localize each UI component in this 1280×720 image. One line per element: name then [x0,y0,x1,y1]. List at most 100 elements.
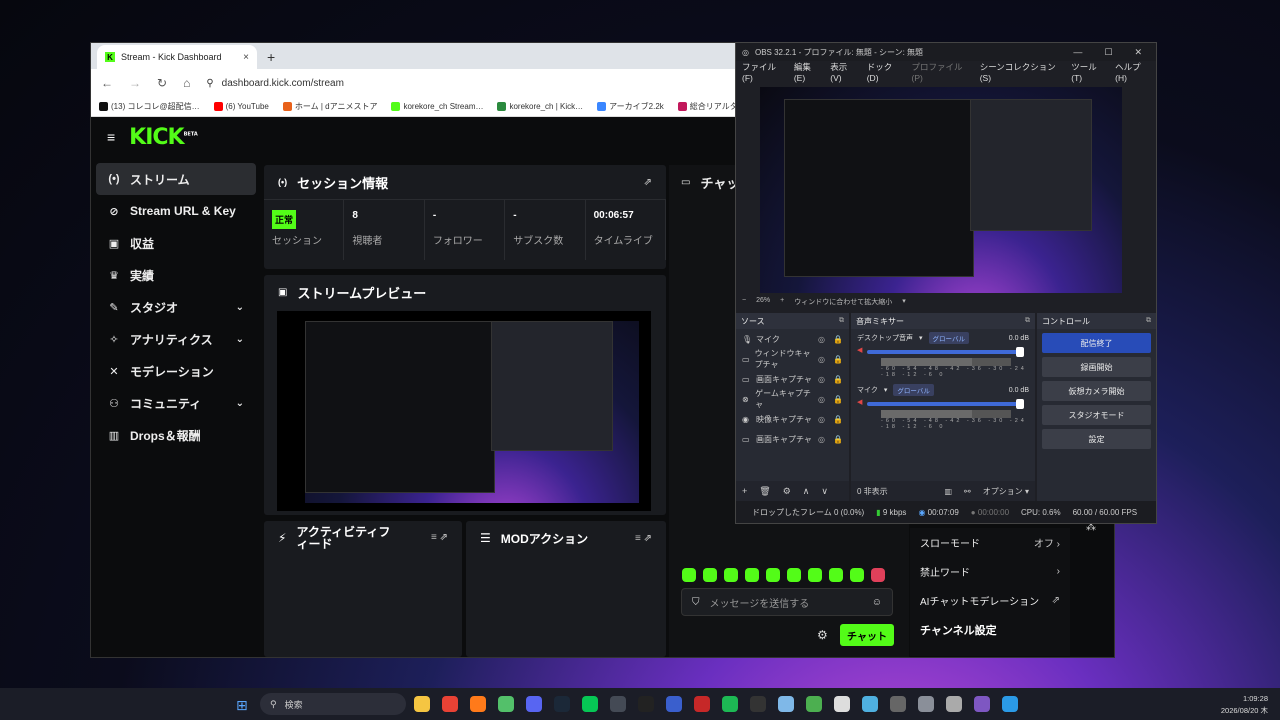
zoom-out-icon[interactable]: − [742,297,746,307]
options-button[interactable]: オプション ▾ [983,486,1029,497]
reload-icon[interactable]: ↻ [157,76,167,90]
settings-icon[interactable] [918,696,934,712]
chat-settings-icon[interactable]: ⚙ [817,628,828,642]
menu-icon[interactable]: ≡ [107,129,115,145]
popout-icon[interactable]: ⇗ [644,177,652,188]
channel-menu-icon[interactable]: ▾ [884,386,888,394]
maximize-icon[interactable]: ☐ [1104,47,1112,58]
source-item[interactable]: ⊗ ゲームキャプチャ ◎ 🔒 [736,389,849,409]
obs-menu-item[interactable]: 編集(E) [794,61,820,83]
lock-icon[interactable]: 🔒 [833,435,843,444]
source-item[interactable]: 🎙 マイク ◎ 🔒 [736,329,849,349]
obs-menu-item[interactable]: ツール(T) [1071,61,1105,83]
app3-icon[interactable] [694,696,710,712]
line-icon[interactable] [582,696,598,712]
chat-setting-row[interactable]: AIチャットモデレーション ⇗ [910,586,1070,615]
notepad-icon[interactable] [778,696,794,712]
layout-icon[interactable]: ▥ [944,487,952,496]
discord-icon[interactable] [526,696,542,712]
volume-slider[interactable] [867,399,1024,409]
shield-icon[interactable] [946,696,962,712]
move-up-icon[interactable]: ∧ [803,486,810,497]
chrome-icon[interactable] [442,696,458,712]
zoom-in-icon[interactable]: + [780,297,784,307]
new-tab-button[interactable]: + [257,49,285,69]
app6-icon[interactable] [974,696,990,712]
audio-icon[interactable] [638,696,654,712]
visibility-icon[interactable]: ◎ [818,335,825,344]
chat-icon[interactable] [862,696,878,712]
mod-filter-icon[interactable]: ≡ ⇗ [635,533,652,544]
obs-menu-item[interactable]: ファイル(F) [742,61,784,83]
add-source-icon[interactable]: + [742,486,747,496]
control-button[interactable]: 設定 [1042,429,1151,449]
emote-icon[interactable] [850,568,864,582]
channel-menu-icon[interactable]: ▾ [919,334,923,342]
chat-message-input[interactable]: ⛉ メッセージを送信する ☺ [681,588,893,616]
sidebar-item[interactable]: ✎ スタジオ ⌄ [96,291,256,323]
system-clock[interactable]: 1:09:28 2026/08/20 木 [1221,693,1268,717]
speaker-icon[interactable]: ◀ [857,346,862,354]
kick-logo[interactable]: KICKBETA [129,125,198,150]
sidebar-item[interactable]: ♛ 実績 [96,259,256,291]
file-explorer-icon[interactable] [414,696,430,712]
bookmark-item[interactable]: アーカイブ2.2k [597,101,664,112]
source-item[interactable]: ◉ 映像キャプチャ ◎ 🔒 [736,409,849,429]
minimize-icon[interactable]: — [1073,47,1082,58]
emote-icon[interactable] [787,568,801,582]
sidebar-item[interactable]: ▥ Drops＆報酬 [96,419,256,451]
source-item[interactable]: ▭ 画面キャプチャ ◎ 🔒 [736,369,849,389]
speaker-icon[interactable]: ◀ [857,398,862,406]
forward-icon[interactable]: → [129,76,141,90]
global-badge[interactable]: グローバル [893,384,934,396]
obs-preview[interactable] [760,87,1122,293]
emoji-icon[interactable]: ☺ [872,597,882,608]
chevron-down-icon[interactable]: ⌄ [236,302,244,313]
windows-start-icon[interactable]: ⊞ [236,697,248,714]
browser-tab[interactable]: K Stream - Kick Dashboard × [97,45,257,69]
sidebar-item[interactable]: (•) ストリーム [96,163,256,195]
close-icon[interactable]: ✕ [1134,47,1142,58]
visibility-icon[interactable]: ◎ [818,375,825,384]
obs-menu-item[interactable]: シーンコレクション(S) [980,61,1062,83]
emote-icon[interactable] [808,568,822,582]
epic-icon[interactable] [750,696,766,712]
app-icon[interactable] [498,696,514,712]
back-icon[interactable]: ← [101,76,113,90]
delete-source-icon[interactable]: 🗑 [759,486,770,497]
site-info-icon[interactable]: ⚲ [206,78,213,89]
bookmark-item[interactable]: korekore_ch Stream… [391,102,483,111]
control-button[interactable]: 配信終了 [1042,333,1151,353]
chat-setting-row[interactable]: 禁止ワード › [910,557,1070,586]
obs-menu-item[interactable]: ヘルプ(H) [1115,61,1150,83]
home-icon[interactable]: ⌂ [183,76,190,90]
volume-slider[interactable] [867,347,1024,357]
emote-icon[interactable] [682,568,696,582]
zoom-dropdown-icon[interactable]: ▾ [902,297,906,307]
control-button[interactable]: 仮想カメラ開始 [1042,381,1151,401]
obs-menu-item[interactable]: プロファイル(P) [912,61,970,83]
emote-icon[interactable] [703,568,717,582]
visibility-icon[interactable]: ◎ [818,415,825,424]
app5-icon[interactable] [890,696,906,712]
app2-icon[interactable] [666,696,682,712]
control-button[interactable]: 録画開始 [1042,357,1151,377]
chat-setting-row[interactable]: スローモード オフ › [910,528,1070,557]
minecraft-icon[interactable] [806,696,822,712]
visibility-icon[interactable]: ◎ [818,435,825,444]
lock-icon[interactable]: 🔒 [833,355,843,364]
mixer-link-icon[interactable]: ⚯ [964,487,971,496]
sidebar-item[interactable]: ⊘ Stream URL & Key [96,195,256,227]
emote-icon[interactable] [871,568,885,582]
zoom-mode-select[interactable]: ウィンドウに合わせて拡大縮小 [794,297,892,307]
stream-preview-video[interactable] [277,311,651,511]
emote-icon[interactable] [724,568,738,582]
sidebar-item[interactable]: ✕ モデレーション [96,355,256,387]
filter-icon[interactable]: ≡ ⇗ [431,532,448,544]
chevron-down-icon[interactable]: ⌄ [236,334,244,345]
emote-icon[interactable] [745,568,759,582]
visibility-icon[interactable]: ◎ [818,355,825,364]
emote-icon[interactable] [829,568,843,582]
steam-icon[interactable] [554,696,570,712]
source-item[interactable]: ▭ 画面キャプチャ ◎ 🔒 [736,429,849,449]
